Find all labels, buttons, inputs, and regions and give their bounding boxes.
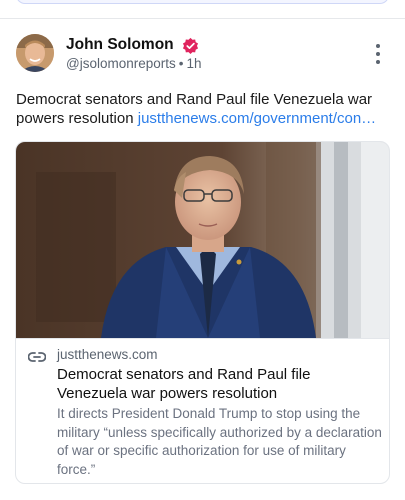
post-text-line-2: powers resolution justthenews.com/govern… [16,109,392,128]
post-meta: @jsolomonreports • 1h [66,56,202,71]
author-handle[interactable]: @jsolomonreports [66,56,176,71]
post-text-fragment: powers resolution [16,110,138,127]
card-description: It directs President Donald Trump to sto… [57,406,382,477]
post-text-line-1: Democrat senators and Rand Paul file Ven… [16,91,373,108]
meta-separator: • [178,56,184,71]
post-time[interactable]: 1h [186,56,201,71]
link-preview-image[interactable] [16,142,389,338]
avatar[interactable] [16,34,54,72]
post-link[interactable]: justthenews.com/government/con… [138,110,376,127]
card-domain: justthenews.com [57,347,158,362]
link-preview-body[interactable]: justthenews.com Democrat senators and Ra… [16,338,389,483]
card-title[interactable]: Democrat senators and Rand Paul file Ven… [57,365,382,403]
post-header: John Solomon @jsolomonreports • 1h [16,34,389,74]
link-preview-card[interactable]: justthenews.com Democrat senators and Ra… [15,141,390,484]
post-text: Democrat senators and Rand Paul file Ven… [16,90,392,128]
link-icon [28,352,46,362]
author-name[interactable]: John Solomon [66,36,174,54]
previous-card-edge [16,0,389,4]
more-vertical-icon[interactable] [373,44,383,64]
feed-divider [0,18,405,19]
verified-badge-icon [182,37,199,54]
